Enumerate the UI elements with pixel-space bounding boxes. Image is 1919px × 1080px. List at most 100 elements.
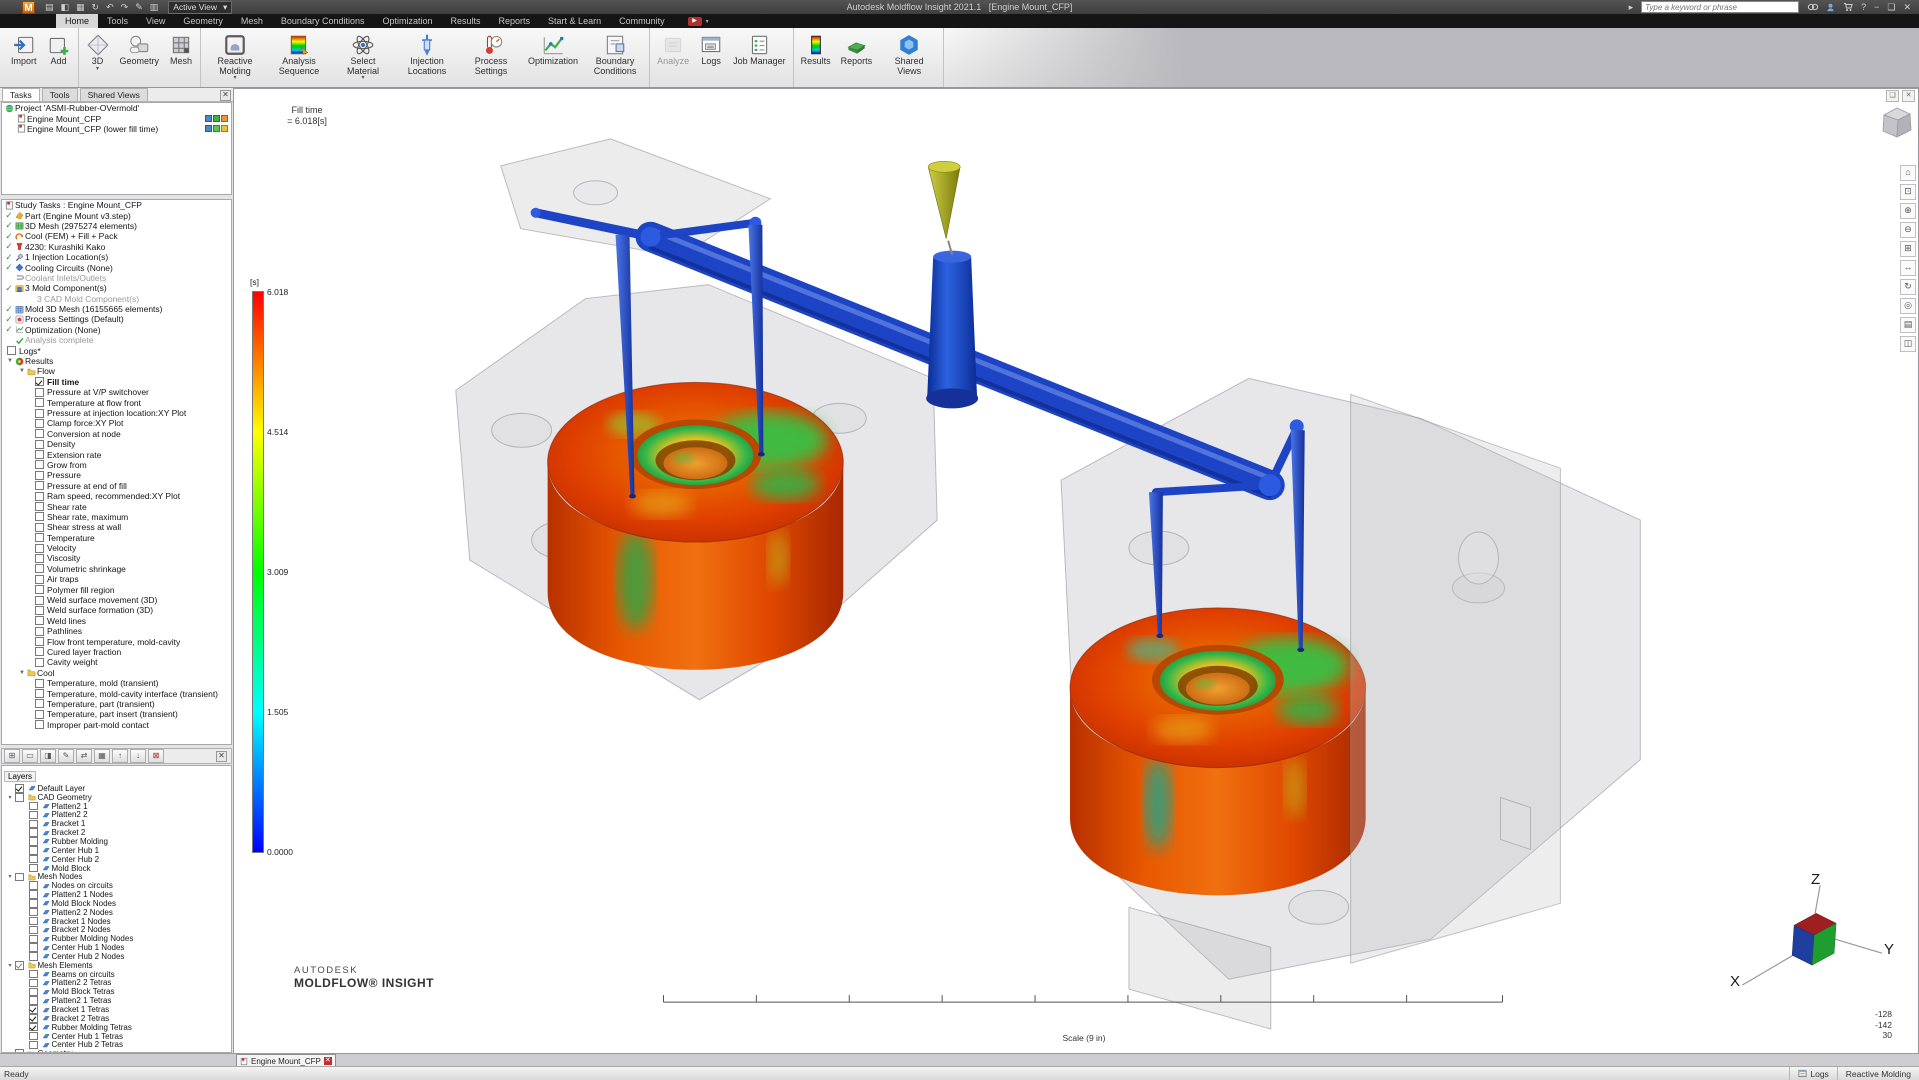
layer-row[interactable]: Rubber Molding Nodes: [2, 934, 231, 943]
community-video-icon[interactable]: ▶: [688, 17, 702, 26]
result-checkbox[interactable]: [35, 606, 44, 615]
panel-tab-shared-views[interactable]: Shared Views: [80, 88, 148, 101]
print-icon[interactable]: ▥: [150, 1, 159, 13]
result-checkbox[interactable]: [35, 544, 44, 553]
layer-checkbox[interactable]: [29, 828, 38, 837]
layer-row[interactable]: Mold Block: [2, 864, 231, 873]
layer-row[interactable]: ▾Mesh Nodes: [2, 872, 231, 881]
result-checkbox[interactable]: [35, 554, 44, 563]
layer-row[interactable]: Bracket 1 Nodes: [2, 917, 231, 926]
result-checkbox[interactable]: [35, 689, 44, 698]
expand-layers-button[interactable]: ▦: [94, 749, 110, 763]
layer-checkbox[interactable]: [29, 996, 38, 1005]
expand-icon[interactable]: ▸: [1629, 1, 1634, 13]
study-task-row[interactable]: ✓3D Mesh (2975274 elements): [2, 221, 231, 231]
result-checkbox[interactable]: [35, 699, 44, 708]
layer-checkbox[interactable]: [29, 802, 38, 811]
result-checkbox[interactable]: [35, 647, 44, 656]
active-view-dropdown[interactable]: Active View ▾: [168, 1, 232, 14]
layer-row[interactable]: Bracket 1: [2, 819, 231, 828]
app-logo-icon[interactable]: M: [22, 1, 35, 14]
layer-row[interactable]: Platten2 2 Tetras: [2, 979, 231, 988]
layer-row[interactable]: Bracket 1 Tetras: [2, 1005, 231, 1014]
result-row[interactable]: Grow from: [2, 460, 231, 470]
study-task-row[interactable]: 3 CAD Mold Component(s): [2, 294, 231, 304]
result-row[interactable]: Pathlines: [2, 626, 231, 636]
layer-row[interactable]: Center Hub 2 Tetras: [2, 1040, 231, 1049]
result-row[interactable]: Ram speed, recommended:XY Plot: [2, 491, 231, 501]
result-row[interactable]: Shear stress at wall: [2, 522, 231, 532]
zoom-extents-tool-button[interactable]: ⊡: [1900, 184, 1916, 200]
result-checkbox[interactable]: [35, 564, 44, 573]
layer-row[interactable]: Center Hub 1 Tetras: [2, 1032, 231, 1041]
result-checkbox[interactable]: [35, 627, 44, 636]
delete-layer-button[interactable]: ⊠: [148, 749, 164, 763]
menu-item-boundary-conditions[interactable]: Boundary Conditions: [272, 14, 374, 28]
result-row[interactable]: Temperature: [2, 533, 231, 543]
layer-row[interactable]: ▾CAD Geometry: [2, 793, 231, 802]
assign-layer-button[interactable]: ◨: [40, 749, 56, 763]
result-checkbox[interactable]: [35, 481, 44, 490]
result-checkbox[interactable]: [35, 398, 44, 407]
edit-layer-button[interactable]: ✎: [58, 749, 74, 763]
menu-item-community[interactable]: Community: [610, 14, 674, 28]
result-row[interactable]: Temperature, part insert (transient): [2, 709, 231, 719]
layer-checkbox[interactable]: [29, 1041, 38, 1050]
result-row[interactable]: Density: [2, 439, 231, 449]
collapse-icon[interactable]: ▾: [6, 794, 14, 801]
layer-checkbox[interactable]: [29, 837, 38, 846]
panel-tab-tasks[interactable]: Tasks: [2, 88, 40, 101]
result-checkbox[interactable]: [35, 575, 44, 584]
result-checkbox[interactable]: [35, 450, 44, 459]
logs-row[interactable]: Logs*: [2, 345, 231, 355]
layer-checkbox[interactable]: [29, 1014, 38, 1023]
menu-item-start-learn[interactable]: Start & Learn: [539, 14, 610, 28]
study-task-row[interactable]: ✓Cooling Circuits (None): [2, 262, 231, 272]
study-task-row[interactable]: ✓Part (Engine Mount v3.step): [2, 210, 231, 220]
result-checkbox[interactable]: [35, 492, 44, 501]
result-checkbox[interactable]: [35, 409, 44, 418]
layer-checkbox[interactable]: [29, 864, 38, 873]
layer-row[interactable]: Beams on circuits: [2, 970, 231, 979]
close-panel-icon[interactable]: ✕: [216, 751, 227, 762]
layer-checkbox[interactable]: [29, 899, 38, 908]
status-logs-button[interactable]: Logs: [1789, 1067, 1836, 1080]
layer-checkbox[interactable]: [29, 811, 38, 820]
layer-checkbox[interactable]: [29, 908, 38, 917]
reactive-molding-button[interactable]: Reactive Molding▾: [203, 30, 267, 85]
chevron-down-icon[interactable]: ▾: [706, 18, 709, 25]
results-root-row[interactable]: ▼Results: [2, 356, 231, 366]
move-down-button[interactable]: ↓: [130, 749, 146, 763]
logs-button[interactable]: Logs: [694, 30, 728, 85]
layer-row[interactable]: Center Hub 1: [2, 846, 231, 855]
result-checkbox[interactable]: [35, 710, 44, 719]
result-checkbox[interactable]: [35, 523, 44, 532]
new-study-icon[interactable]: ▤: [45, 1, 54, 13]
result-checkbox[interactable]: [35, 440, 44, 449]
layer-checkbox[interactable]: [15, 873, 24, 882]
measure-tool-button[interactable]: ▤: [1900, 317, 1916, 333]
import-button[interactable]: Import: [6, 30, 42, 85]
orbit-tool-button[interactable]: ↻: [1900, 279, 1916, 295]
home-tool-button[interactable]: ⌂: [1900, 165, 1916, 181]
save-study-icon[interactable]: ▦: [76, 1, 85, 13]
result-checkbox[interactable]: [35, 616, 44, 625]
layer-row[interactable]: Mold Block Nodes: [2, 899, 231, 908]
3d-button[interactable]: 3D▾: [81, 30, 115, 85]
layer-checkbox[interactable]: [29, 926, 38, 935]
search-input[interactable]: [1641, 1, 1799, 13]
result-row[interactable]: Pressure at end of fill: [2, 481, 231, 491]
result-checkbox[interactable]: [35, 388, 44, 397]
menu-item-home[interactable]: Home: [56, 14, 98, 28]
menu-item-mesh[interactable]: Mesh: [232, 14, 272, 28]
layer-checkbox[interactable]: [29, 820, 38, 829]
new-folder-button[interactable]: ▭: [22, 749, 38, 763]
search-go-icon[interactable]: [1807, 3, 1818, 12]
result-row[interactable]: Cured layer fraction: [2, 647, 231, 657]
minimize-icon[interactable]: −: [1874, 1, 1879, 13]
view-cube[interactable]: [1874, 99, 1919, 145]
collapse-icon[interactable]: ▾: [6, 962, 14, 969]
layer-row[interactable]: Bracket 2 Tetras: [2, 1014, 231, 1023]
result-group-row[interactable]: ▼Flow: [2, 366, 231, 376]
study-task-row[interactable]: ✓1 Injection Location(s): [2, 252, 231, 262]
